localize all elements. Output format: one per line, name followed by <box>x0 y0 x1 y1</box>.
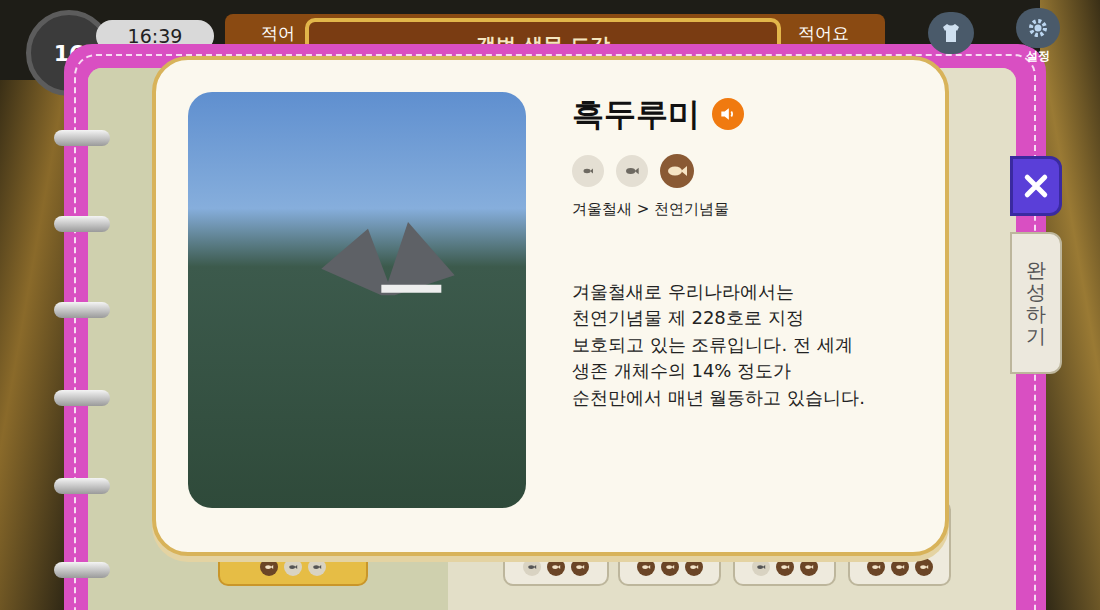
fish-icon <box>780 562 790 572</box>
fish-icon <box>288 562 298 572</box>
size-dot <box>752 558 770 576</box>
creature-name: 흑두루미 <box>572 94 700 134</box>
game-screen: 1616:39적어적어요갯벌 생물 도감설정완성하기흑두루미겨울철새 > 천연기… <box>0 0 1100 610</box>
crane-figure <box>288 202 488 362</box>
speaker-icon <box>718 104 738 124</box>
fish-icon <box>756 562 766 572</box>
binder-ring <box>54 478 110 494</box>
settings-circle <box>1016 8 1060 48</box>
settings-button[interactable]: 설정 <box>1012 8 1064 70</box>
fish-icon <box>665 562 675 572</box>
sound-button[interactable] <box>712 98 744 130</box>
size-dot <box>260 558 278 576</box>
size-dot <box>867 558 885 576</box>
fish-icon <box>527 562 537 572</box>
description: 겨울철새로 우리나라에서는천연기념물 제 228호로 지정보호되고 있는 조류입… <box>572 279 913 412</box>
fish-icon <box>804 562 814 572</box>
fish-icon <box>871 562 881 572</box>
size-dot <box>523 558 541 576</box>
info-panel: 흑두루미겨울철새 > 천연기념물겨울철새로 우리나라에서는천연기념물 제 228… <box>572 92 913 520</box>
fish-icon <box>665 159 689 183</box>
size-dot <box>661 558 679 576</box>
size-dot <box>571 558 589 576</box>
size-dot <box>637 558 655 576</box>
category: 겨울철새 > 천연기념물 <box>572 198 913 221</box>
description-line: 보호되고 있는 조류입니다. 전 세계 <box>572 332 913 359</box>
title-row: 흑두루미 <box>572 94 913 134</box>
size-dot <box>284 558 302 576</box>
size-indicator <box>572 155 604 187</box>
info-popup: 흑두루미겨울철새 > 천연기념물겨울철새로 우리나라에서는천연기념물 제 228… <box>152 56 949 556</box>
size-dot <box>547 558 565 576</box>
fish-icon <box>689 562 699 572</box>
description-line: 겨울철새로 우리나라에서는 <box>572 279 913 306</box>
description-line: 천연기념물 제 228호로 지정 <box>572 305 913 332</box>
bird-photo <box>188 92 526 508</box>
fish-icon <box>895 562 905 572</box>
fish-icon <box>919 562 929 572</box>
wardrobe-button[interactable] <box>928 12 974 54</box>
size-dot <box>915 558 933 576</box>
settings-label: 설정 <box>1026 50 1050 62</box>
size-indicator <box>616 155 648 187</box>
fish-icon <box>312 562 322 572</box>
fish-icon <box>575 562 585 572</box>
size-row <box>572 154 913 188</box>
close-icon <box>1021 171 1051 201</box>
fish-icon <box>582 165 594 177</box>
complete-label: 완성하기 <box>1026 259 1046 347</box>
shirt-icon <box>939 21 963 45</box>
description-line: 순천만에서 매년 월동하고 있습니다. <box>572 385 913 412</box>
fish-icon <box>624 163 640 179</box>
size-dot <box>891 558 909 576</box>
reeds-left <box>0 80 70 610</box>
right-tab[interactable]: 적어요 <box>798 21 849 47</box>
left-tab[interactable]: 적어 <box>261 21 295 47</box>
size-dot <box>800 558 818 576</box>
size-dot <box>776 558 794 576</box>
binder-ring <box>54 130 110 146</box>
binder-ring <box>54 562 110 578</box>
fish-icon <box>264 562 274 572</box>
complete-tab[interactable]: 완성하기 <box>1010 232 1062 374</box>
binder-ring <box>54 390 110 406</box>
fish-icon <box>641 562 651 572</box>
gear-icon <box>1026 16 1050 40</box>
close-button[interactable] <box>1010 156 1062 216</box>
size-dot <box>308 558 326 576</box>
size-dot <box>685 558 703 576</box>
binder-ring <box>54 302 110 318</box>
fish-icon <box>551 562 561 572</box>
description-line: 생존 개체수의 14% 정도가 <box>572 358 913 385</box>
binder-ring <box>54 216 110 232</box>
size-indicator <box>660 154 694 188</box>
